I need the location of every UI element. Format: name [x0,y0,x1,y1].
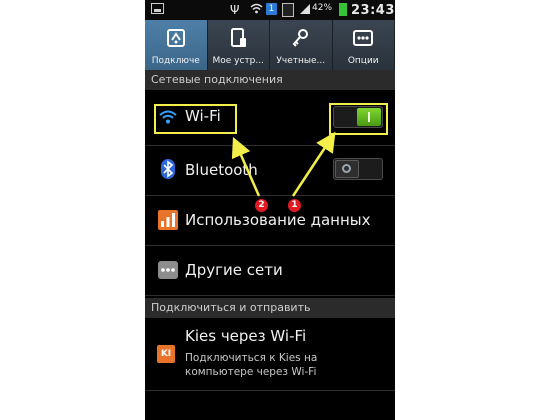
annotation-marker-2: 2 [255,199,268,212]
phone-screen: Ψ 1 42% 23:43 Подключе Мое устр... Учетн… [145,0,395,420]
arrow-to-wifi-toggle [291,131,336,197]
arrow-to-wifi-label [231,136,261,197]
annotation-marker-1: 1 [288,199,301,212]
annotation-arrows [231,131,336,197]
